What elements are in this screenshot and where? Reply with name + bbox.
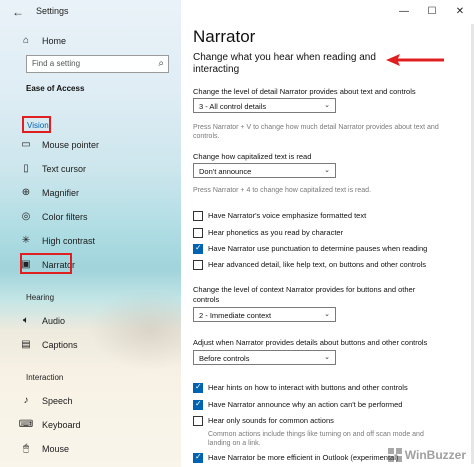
winbuzzer-logo-icon — [387, 448, 402, 462]
captions-icon: ▤ — [21, 339, 31, 350]
sidebar-item-high-contrast[interactable]: ✳ High contrast — [18, 235, 95, 246]
watermark: WinBuzzer — [387, 447, 466, 463]
sidebar-item-label: Captions — [42, 339, 78, 350]
magnifier-icon: ⊕ — [21, 187, 31, 198]
sidebar-item-mouse-pointer[interactable]: ▭ Mouse pointer — [18, 139, 99, 150]
search-input[interactable]: Find a setting ⌕ — [26, 55, 169, 73]
window-title: Settings — [36, 6, 69, 16]
section-heading: Ease of Access — [26, 84, 85, 93]
group-heading-interaction: Interaction — [26, 373, 64, 382]
sidebar-item-text-cursor[interactable]: ▯ Text cursor — [18, 163, 86, 174]
checkbox-label: Have Narrator announce why an action can… — [208, 400, 403, 409]
title-bar: ← Settings — ☐ ✕ — [0, 0, 474, 24]
keyboard-icon: ⌨ — [18, 419, 34, 430]
checkbox-label: Have Narrator be more efficient in Outlo… — [208, 453, 399, 462]
chevron-down-icon: ⌄ — [324, 354, 330, 361]
annotation-arrow-icon — [386, 54, 444, 66]
context-level-label: Change the level of context Narrator pro… — [193, 285, 416, 304]
adjust-details-label: Adjust when Narrator provides details ab… — [193, 338, 428, 347]
capitalized-value: Don't announce — [199, 167, 252, 176]
watermark-text: WinBuzzer — [404, 448, 466, 462]
sidebar-item-label: Keyboard — [42, 419, 81, 430]
checkbox-box[interactable] — [193, 228, 203, 238]
sidebar-item-home[interactable]: ⌂ Home — [18, 35, 66, 46]
checkbox-box[interactable] — [193, 452, 203, 463]
section-subtitle: Change what you hear when reading and in… — [193, 52, 376, 75]
home-icon: ⌂ — [22, 35, 30, 46]
sidebar-item-label: Speech — [42, 395, 73, 406]
checkbox-label: Have Narrator's voice emphasize formatte… — [208, 211, 367, 220]
adjust-details-dropdown[interactable]: Before controls ⌄ — [193, 350, 336, 365]
capitalized-label: Change how capitalized text is read — [193, 152, 312, 161]
sidebar-item-label: Color filters — [42, 211, 88, 222]
context-level-dropdown[interactable]: 2 - Immediate context ⌄ — [193, 307, 336, 322]
vision-highlight-box — [22, 116, 51, 133]
capitalized-hint: Press Narrator + 4 to change how capital… — [193, 187, 372, 194]
checkbox-interaction-hints[interactable]: Hear hints on how to interact with butto… — [193, 382, 408, 393]
checkbox-label: Hear hints on how to interact with butto… — [208, 383, 408, 392]
checkbox-label: Have Narrator use punctuation to determi… — [208, 244, 428, 253]
sidebar-item-label: Audio — [42, 315, 66, 326]
back-arrow-icon[interactable]: ← — [12, 5, 24, 19]
checkbox-phonetics[interactable]: Hear phonetics as you read by character — [193, 228, 343, 238]
sounds-hint: Common actions include things like turni… — [208, 431, 424, 447]
detail-level-label: Change the level of detail Narrator prov… — [193, 87, 416, 96]
close-button[interactable]: ✕ — [446, 0, 474, 22]
narrator-highlight-box — [20, 253, 72, 274]
sidebar: ⌂ Home Find a setting ⌕ Ease of Access V… — [0, 0, 181, 467]
sidebar-item-label: High contrast — [42, 235, 96, 246]
checkbox-box[interactable] — [193, 260, 203, 270]
search-placeholder: Find a setting — [32, 59, 81, 68]
checkbox-box[interactable] — [193, 243, 203, 254]
checkbox-box[interactable] — [193, 416, 203, 426]
sidebar-item-magnifier[interactable]: ⊕ Magnifier — [18, 187, 79, 198]
checkbox-box[interactable] — [193, 211, 203, 221]
checkbox-only-sounds[interactable]: Hear only sounds for common actions — [193, 416, 334, 426]
chevron-down-icon: ⌄ — [324, 311, 330, 318]
chevron-down-icon: ⌄ — [324, 167, 330, 174]
checkbox-outlook-efficient[interactable]: Have Narrator be more efficient in Outlo… — [193, 452, 399, 463]
color-filters-icon: ◎ — [21, 211, 31, 222]
checkbox-box[interactable] — [193, 382, 203, 393]
sidebar-item-keyboard[interactable]: ⌨ Keyboard — [18, 419, 81, 430]
main-panel: Narrator Change what you hear when readi… — [181, 0, 474, 467]
search-icon: ⌕ — [158, 58, 164, 69]
checkbox-advanced-detail[interactable]: Hear advanced detail, like help text, on… — [193, 260, 426, 270]
sidebar-item-color-filters[interactable]: ◎ Color filters — [18, 211, 88, 222]
capitalized-dropdown[interactable]: Don't announce ⌄ — [193, 163, 336, 178]
checkbox-announce-why[interactable]: Have Narrator announce why an action can… — [193, 399, 403, 410]
checkbox-box[interactable] — [193, 399, 203, 410]
detail-level-dropdown[interactable]: 3 - All control details ⌄ — [193, 98, 336, 113]
text-cursor-icon: ▯ — [23, 163, 29, 174]
sidebar-home-label: Home — [42, 35, 67, 46]
group-heading-hearing: Hearing — [26, 293, 55, 302]
mouse-icon: 🖱︎ — [23, 443, 29, 454]
context-level-value: 2 - Immediate context — [199, 311, 272, 320]
checkbox-punctuation-pauses[interactable]: Have Narrator use punctuation to determi… — [193, 243, 428, 254]
speaker-icon: 🔈︎ — [23, 315, 29, 326]
checkbox-label: Hear only sounds for common actions — [208, 416, 334, 425]
sidebar-item-speech[interactable]: ♪ Speech — [18, 395, 73, 406]
window-controls: — ☐ ✕ — [390, 0, 474, 22]
sidebar-item-label: Magnifier — [42, 187, 80, 198]
adjust-details-value: Before controls — [199, 354, 250, 363]
mouse-pointer-icon: ▭ — [21, 139, 31, 150]
chevron-down-icon: ⌄ — [324, 102, 330, 109]
microphone-icon: ♪ — [23, 395, 29, 406]
maximize-button[interactable]: ☐ — [418, 0, 446, 22]
checkbox-label: Hear advanced detail, like help text, on… — [208, 260, 427, 269]
sidebar-item-label: Text cursor — [42, 163, 87, 174]
minimize-button[interactable]: — — [390, 0, 418, 22]
checkbox-label: Hear phonetics as you read by character — [208, 228, 344, 237]
page-title: Narrator — [193, 27, 256, 46]
high-contrast-icon: ✳ — [21, 235, 31, 246]
checkbox-emphasize-formatted[interactable]: Have Narrator's voice emphasize formatte… — [193, 211, 366, 221]
detail-level-value: 3 - All control details — [199, 102, 267, 111]
detail-level-hint: Press Narrator + V to change how much de… — [193, 124, 439, 140]
sidebar-item-label: Mouse — [42, 443, 70, 454]
sidebar-item-mouse[interactable]: 🖱︎ Mouse — [18, 443, 69, 454]
sidebar-item-captions[interactable]: ▤ Captions — [18, 339, 78, 350]
sidebar-item-audio[interactable]: 🔈︎ Audio — [18, 315, 65, 326]
sidebar-item-label: Mouse pointer — [42, 139, 100, 150]
